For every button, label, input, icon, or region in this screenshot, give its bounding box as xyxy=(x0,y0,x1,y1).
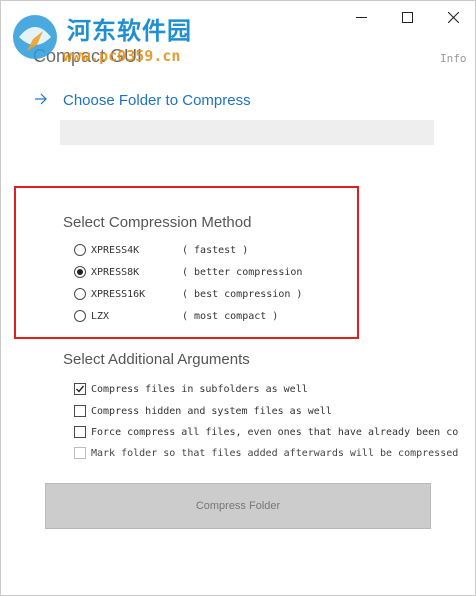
checkbox[interactable] xyxy=(74,405,86,417)
compression-method-heading: Select Compression Method xyxy=(63,214,252,231)
watermark-logo xyxy=(7,11,63,72)
choose-folder-label: Choose Folder to Compress xyxy=(63,92,251,109)
watermark-site-name: 河东软件园 xyxy=(67,16,192,45)
checkbox-option-force-compress[interactable]: Force compress all files, even ones that… xyxy=(74,423,458,441)
close-button[interactable] xyxy=(430,1,475,33)
radio-option-lzx[interactable]: LZX ( most compact ) xyxy=(74,307,278,325)
radio-option-xpress16k[interactable]: XPRESS16K ( best compression ) xyxy=(74,285,302,303)
checkbox-option-mark-folder: Mark folder so that files added afterwar… xyxy=(74,444,458,462)
radio-option-xpress8k[interactable]: XPRESS8K ( better compression xyxy=(74,263,302,281)
radio-button[interactable] xyxy=(74,244,86,256)
minimize-icon xyxy=(355,16,367,18)
compress-folder-button[interactable]: Compress Folder xyxy=(45,483,431,529)
watermark-url: www.pc0359.cn xyxy=(63,47,181,65)
radio-option-desc: ( fastest ) xyxy=(182,244,249,256)
app-window: Compact GUI Info 河东软件园 www.pc0359.cn Cho… xyxy=(0,0,476,596)
checkbox-label: Compress hidden and system files as well xyxy=(91,405,332,417)
maximize-button[interactable] xyxy=(384,1,430,33)
radio-option-name: XPRESS8K xyxy=(91,266,140,278)
watermark-logo-icon xyxy=(13,15,57,59)
radio-option-desc: ( best compression ) xyxy=(182,288,303,300)
additional-arguments-heading: Select Additional Arguments xyxy=(63,351,250,368)
arrow-right-icon xyxy=(34,92,50,109)
radio-option-name: LZX xyxy=(91,310,110,322)
close-icon xyxy=(447,11,459,23)
minimize-button[interactable] xyxy=(338,1,384,33)
folder-path-field xyxy=(60,120,434,145)
checkbox-option-hidden-files[interactable]: Compress hidden and system files as well xyxy=(74,402,332,420)
info-link[interactable]: Info xyxy=(440,52,467,65)
radio-button[interactable] xyxy=(74,288,86,300)
checkbox-label: Compress files in subfolders as well xyxy=(91,383,308,395)
checkbox-label: Mark folder so that files added afterwar… xyxy=(91,447,459,459)
checkbox[interactable] xyxy=(74,426,86,438)
radio-option-name: XPRESS16K xyxy=(91,288,146,300)
radio-option-desc: ( better compression xyxy=(182,266,303,278)
maximize-icon xyxy=(401,11,413,23)
radio-option-desc: ( most compact ) xyxy=(182,310,279,322)
radio-option-xpress4k[interactable]: XPRESS4K ( fastest ) xyxy=(74,241,248,259)
radio-button[interactable] xyxy=(74,310,86,322)
checkbox-checked[interactable] xyxy=(74,383,86,395)
choose-folder-link[interactable]: Choose Folder to Compress xyxy=(34,92,251,109)
checkbox-disabled xyxy=(74,447,86,459)
checkbox-option-subfolders[interactable]: Compress files in subfolders as well xyxy=(74,380,308,398)
radio-option-name: XPRESS4K xyxy=(91,244,140,256)
radio-button-selected[interactable] xyxy=(74,266,86,278)
checkmark-icon xyxy=(76,385,85,393)
checkbox-label: Force compress all files, even ones that… xyxy=(91,426,459,438)
